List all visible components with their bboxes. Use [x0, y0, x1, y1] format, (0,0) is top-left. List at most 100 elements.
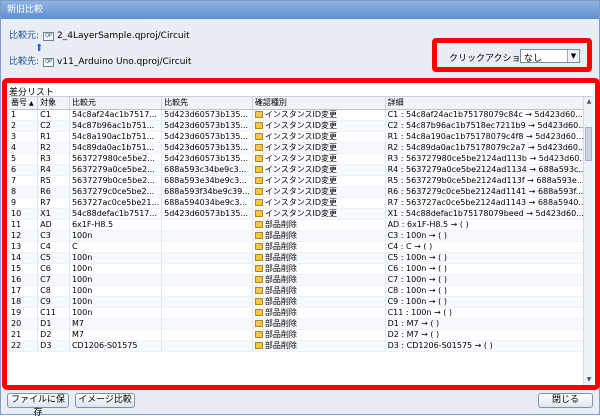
column-header-detail[interactable]: 詳細 [385, 97, 593, 110]
cell-original: 6x1F-H8.5 [69, 219, 163, 231]
cell-number: 7 [9, 175, 39, 187]
column-header-target[interactable]: 対象 [37, 97, 70, 110]
table-row[interactable]: 20 D1 M7 部品削除 D1 : M7 → ( ) [9, 318, 593, 330]
table-row[interactable]: 4 R2 54c89da0ac1b751... 5d423d60573b135... イ… [9, 142, 593, 154]
column-header-original[interactable]: 比較元 [69, 97, 163, 110]
save-to-file-button[interactable]: ファイルに保存 [7, 393, 69, 418]
cell-compare: 5d423d60573b135... [161, 131, 253, 143]
cell-detail: C6 : 100n → ( ) [385, 263, 593, 275]
cell-original: C [69, 241, 163, 253]
table-row[interactable]: 18 C9 100n 部品削除 C9 : 100n → ( ) [9, 296, 593, 308]
cell-original: 5637279c0ce5be2... [69, 186, 163, 198]
cell-compare [161, 329, 253, 341]
table-row[interactable]: 21 D2 M7 部品削除 D2 : M7 → ( ) [9, 329, 593, 341]
change-type-label: 部品削除 [264, 230, 297, 240]
table-row[interactable]: 22 D3 CD1206-S01575 部品削除 D3 : CD1206-S01575 … [9, 340, 593, 352]
change-type-icon [254, 264, 263, 272]
cell-check-type: インスタンスID変更 [252, 186, 386, 198]
change-type-icon [254, 132, 263, 140]
change-type-label: インスタンスID変更 [264, 109, 338, 119]
cell-check-type: インスタンスID変更 [252, 142, 386, 154]
cell-number: 20 [9, 318, 39, 330]
table-row[interactable]: 16 C7 100n 部品削除 C7 : 100n → ( ) [9, 274, 593, 286]
cell-check-type: 部品削除 [252, 307, 386, 319]
change-type-icon [254, 286, 263, 294]
cell-target: C3 [37, 230, 70, 242]
change-type-label: インスタンスID変更 [264, 186, 338, 196]
diff-table: 番号 ▲ 対象 比較元 比較先 確認種別 詳細 1 C1 54c8af24ac1b75… [9, 96, 593, 386]
cell-target: C11 [37, 307, 70, 319]
scroll-up-icon[interactable]: ▲ [584, 97, 594, 107]
target-source-file: v11_Arduino Uno.qproj/Circuit [57, 57, 192, 67]
change-type-icon [254, 341, 263, 349]
change-type-icon [254, 220, 263, 228]
cell-target: C6 [37, 263, 70, 275]
cell-number: 15 [9, 263, 39, 275]
column-header-check-type[interactable]: 確認種別 [252, 97, 386, 110]
table-row[interactable]: 8 R6 5637279c0ce5be2... 688a593f34be9c39...… [9, 186, 593, 198]
cell-target: C5 [37, 252, 70, 264]
cell-check-type: 部品削除 [252, 230, 386, 242]
cell-detail: R1 : 54c8a190ac1b75178079c4f8 → 5d423d60… [385, 131, 593, 143]
target-source-label: 比較先: [9, 57, 40, 67]
change-type-label: 部品削除 [264, 241, 297, 251]
cell-check-type: インスタンスID変更 [252, 131, 386, 143]
table-row[interactable]: 14 C5 100n 部品削除 C5 : 100n → ( ) [9, 252, 593, 264]
table-row[interactable]: 19 C11 100n 部品削除 C11 : 100n → ( ) [9, 307, 593, 319]
cell-target: C9 [37, 296, 70, 308]
cell-compare [161, 296, 253, 308]
table-row[interactable]: 17 C8 100n 部品削除 C8 : 100n → ( ) [9, 285, 593, 297]
vertical-scrollbar[interactable]: ▲ ▼ [583, 97, 593, 385]
table-row[interactable]: 10 X1 54c88defac1b7517... 5d423d60573b135..… [9, 208, 593, 220]
table-row[interactable]: 3 R1 54c8a190ac1b751... 5d423d60573b135... イ… [9, 131, 593, 143]
cell-compare [161, 285, 253, 297]
cell-target: R1 [37, 131, 70, 143]
table-row[interactable]: 2 C2 54c87b96ac1b751... 5d423d60573b135... イ… [9, 120, 593, 132]
cell-number: 1 [9, 109, 39, 121]
cell-check-type: 部品削除 [252, 340, 386, 352]
change-type-label: インスタンスID変更 [264, 208, 338, 218]
close-button[interactable]: 閉じる [538, 393, 593, 408]
column-header-compare[interactable]: 比較先 [161, 97, 253, 110]
image-compare-button[interactable]: イメージ比較 [75, 393, 135, 408]
change-type-label: インスタンスID変更 [264, 120, 338, 130]
cell-number: 18 [9, 296, 39, 308]
change-type-label: 部品削除 [264, 252, 297, 262]
change-type-icon [254, 297, 263, 305]
change-type-label: 部品削除 [264, 285, 297, 295]
column-header-number[interactable]: 番号 ▲ [9, 97, 39, 110]
arrow-up-icon: ⬆ [35, 43, 44, 54]
cell-target: X1 [37, 208, 70, 220]
change-type-label: インスタンスID変更 [264, 197, 338, 207]
cell-number: 21 [9, 329, 39, 341]
cell-detail: C2 : 54c87b96ac1b7518ec7211b9 → 5d423d60… [385, 120, 593, 132]
original-source-row: 比較元: QP 2_4LayerSample.qproj/Circuit [9, 30, 190, 42]
table-row[interactable]: 13 C4 C 部品削除 C4 : C → ( ) [9, 241, 593, 253]
cell-detail: C9 : 100n → ( ) [385, 296, 593, 308]
cell-compare: 5d423d60573b135... [161, 153, 253, 165]
table-row[interactable]: 11 AD 6x1F-H8.5 部品削除 AD : 6x1F-H8.5 → ( ) [9, 219, 593, 231]
cell-number: 2 [9, 120, 39, 132]
table-row[interactable]: 12 C3 100n 部品削除 C3 : 100n → ( ) [9, 230, 593, 242]
cell-target: C4 [37, 241, 70, 253]
change-type-label: 部品削除 [264, 263, 297, 273]
table-row[interactable]: 15 C6 100n 部品削除 C6 : 100n → ( ) [9, 263, 593, 275]
table-row[interactable]: 9 R7 563727ac0ce5be21... 688a594034be9c3...… [9, 197, 593, 209]
scrollbar-thumb[interactable] [585, 127, 592, 161]
table-row[interactable]: 6 R4 5637279a0ce5be2... 688a593c34be9c3... イ… [9, 164, 593, 176]
cell-original: 563727ac0ce5be21... [69, 197, 163, 209]
cell-check-type: 部品削除 [252, 263, 386, 275]
table-row[interactable]: 7 R5 5637279b0ce5be2... 688a593e34be9c3... イ… [9, 175, 593, 187]
cell-check-type: インスタンスID変更 [252, 109, 386, 121]
cell-check-type: 部品削除 [252, 219, 386, 231]
cell-detail: C4 : C → ( ) [385, 241, 593, 253]
click-action-label: クリックアクション [449, 54, 530, 64]
click-action-select[interactable]: なし ▼ [520, 49, 580, 64]
table-row[interactable]: 5 R3 563727980ce5be2... 5d423d60573b135... イ… [9, 153, 593, 165]
table-row[interactable]: 1 C1 54c8af24ac1b7517... 5d423d60573b135...… [9, 109, 593, 121]
cell-check-type: 部品削除 [252, 329, 386, 341]
scroll-down-icon[interactable]: ▼ [584, 375, 594, 385]
cell-original: M7 [69, 329, 163, 341]
chevron-down-icon[interactable]: ▼ [567, 50, 579, 62]
window-title: 新旧比較 [1, 1, 599, 19]
